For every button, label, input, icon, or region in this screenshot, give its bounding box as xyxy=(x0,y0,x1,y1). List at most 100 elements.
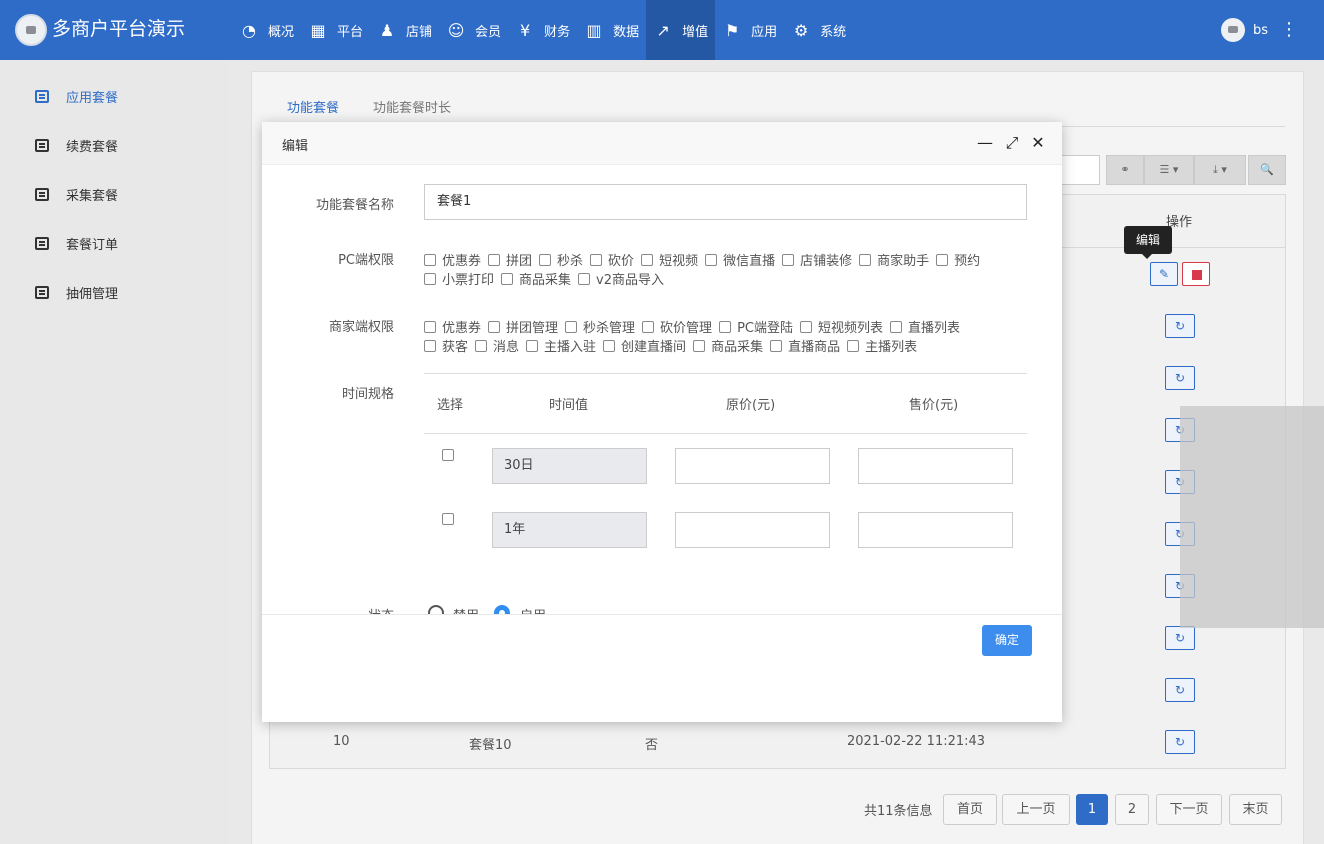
maximize-icon[interactable]: ⤢ xyxy=(1003,134,1021,152)
original-price-input[interactable] xyxy=(675,448,830,484)
nav-item-member[interactable]: ☺ 会员 xyxy=(439,0,508,60)
pc-perm-checkbox[interactable]: 商品采集 xyxy=(501,269,571,288)
checkbox[interactable] xyxy=(424,339,436,352)
nav-item-apps[interactable]: ⚑ 应用 xyxy=(715,0,784,60)
checkbox[interactable] xyxy=(847,339,860,352)
search-input[interactable] xyxy=(1060,155,1100,185)
merchant-perm-checkbox[interactable]: 直播商品 xyxy=(770,336,840,355)
checkbox[interactable] xyxy=(424,320,436,333)
merchant-perm-checkbox[interactable]: 短视频列表 xyxy=(799,317,883,336)
checkbox[interactable] xyxy=(719,320,732,333)
refresh-button[interactable]: ↻ xyxy=(1165,730,1195,754)
search-button[interactable]: 🔍 xyxy=(1248,155,1286,185)
refresh-button[interactable]: ↻ xyxy=(1165,626,1195,650)
next-page-button[interactable]: 下一页 xyxy=(1156,794,1222,825)
close-icon[interactable]: ✕ xyxy=(1029,134,1047,152)
merchant-perm-checkbox[interactable]: 创建直播间 xyxy=(603,336,686,355)
nav-item-platform[interactable]: ▦ 平台 xyxy=(301,0,370,60)
merchant-perm-checkbox[interactable]: 砍价管理 xyxy=(642,317,712,336)
checkbox[interactable] xyxy=(770,339,783,352)
sidebar-item-package-orders[interactable]: 套餐订单 xyxy=(35,234,118,253)
merchant-perm-checkbox[interactable]: 秒杀管理 xyxy=(565,317,635,336)
sidebar-item-collect-package[interactable]: 采集套餐 xyxy=(35,185,118,204)
checkbox[interactable] xyxy=(705,253,718,266)
merchant-perm-checkbox[interactable]: 主播入驻 xyxy=(526,336,596,355)
merchant-perm-checkbox[interactable]: 消息 xyxy=(475,336,519,355)
refresh-button[interactable]: ↻ xyxy=(1165,678,1195,702)
checkbox[interactable] xyxy=(859,253,872,266)
checkbox[interactable] xyxy=(488,320,501,333)
checkbox[interactable] xyxy=(526,339,539,352)
pc-perm-checkbox[interactable]: 拼团 xyxy=(488,250,532,269)
merchant-perm-checkbox[interactable]: 获客 xyxy=(424,336,468,355)
checkbox[interactable] xyxy=(475,339,488,352)
spec-row-checkbox[interactable] xyxy=(442,513,454,525)
disable-button[interactable] xyxy=(1182,262,1210,286)
merchant-perm-checkbox[interactable]: 商品采集 xyxy=(693,336,763,355)
nav-item-shop[interactable]: ♟ 店铺 xyxy=(370,0,439,60)
checkbox[interactable] xyxy=(890,320,902,333)
pc-perm-checkbox[interactable]: 秒杀 xyxy=(539,250,583,269)
checkbox[interactable] xyxy=(799,320,812,333)
pc-perm-checkbox[interactable]: 微信直播 xyxy=(705,250,775,269)
merchant-perm-checkbox[interactable]: 优惠券 xyxy=(424,317,481,336)
status-disabled-radio[interactable] xyxy=(428,605,444,614)
first-page-button[interactable]: 首页 xyxy=(943,794,997,825)
page-1-button[interactable]: 1 xyxy=(1076,794,1108,825)
pc-perm-checkbox[interactable]: v2商品导入 xyxy=(578,269,664,288)
merchant-perm-checkbox[interactable]: 主播列表 xyxy=(847,336,917,355)
merchant-perm-checkbox[interactable]: 拼团管理 xyxy=(488,317,558,336)
pc-perm-checkbox[interactable]: 短视频 xyxy=(641,250,698,269)
checkbox[interactable] xyxy=(936,253,949,266)
sidebar-item-renew-package[interactable]: 续费套餐 xyxy=(35,136,118,155)
refresh-button[interactable]: ↻ xyxy=(1165,366,1195,390)
checkbox[interactable] xyxy=(501,272,514,285)
checkbox[interactable] xyxy=(539,253,552,266)
last-page-button[interactable]: 末页 xyxy=(1229,794,1282,825)
minimize-icon[interactable]: — xyxy=(976,134,994,152)
prev-page-button[interactable]: 上一页 xyxy=(1002,794,1070,825)
sidebar-item-app-package[interactable]: 应用套餐 xyxy=(35,87,118,106)
list-view-button[interactable]: ☰ ▾ xyxy=(1144,155,1194,185)
sale-price-input[interactable] xyxy=(858,512,1013,548)
nav-item-data[interactable]: ▥ 数据 xyxy=(577,0,646,60)
columns-toggle-button[interactable]: ⚭ xyxy=(1106,155,1144,185)
checkbox[interactable] xyxy=(693,339,706,352)
tab-feature-package[interactable]: 功能套餐 xyxy=(287,97,339,116)
sidebar-item-commission[interactable]: 抽佣管理 xyxy=(35,283,118,302)
merchant-perm-checkbox[interactable]: PC端登陆 xyxy=(719,317,793,336)
edit-button[interactable]: ✎ xyxy=(1150,262,1178,286)
status-enabled-radio[interactable] xyxy=(494,605,510,614)
checkbox[interactable] xyxy=(590,253,603,266)
nav-item-finance[interactable]: ¥ 财务 xyxy=(508,0,577,60)
confirm-button[interactable]: 确定 xyxy=(982,625,1032,656)
pc-perm-checkbox[interactable]: 店铺装修 xyxy=(782,250,852,269)
refresh-button[interactable]: ↻ xyxy=(1165,314,1195,338)
more-vertical-icon[interactable]: ⋮ xyxy=(1280,20,1298,40)
page-2-button[interactable]: 2 xyxy=(1115,794,1149,825)
checkbox[interactable] xyxy=(424,272,436,285)
checkbox[interactable] xyxy=(603,339,616,352)
pc-perm-checkbox[interactable]: 砍价 xyxy=(590,250,634,269)
pc-perm-checkbox[interactable]: 优惠券 xyxy=(424,250,481,269)
pc-perm-checkbox[interactable]: 商家助手 xyxy=(859,250,929,269)
checkbox[interactable] xyxy=(642,320,655,333)
checkbox[interactable] xyxy=(578,272,591,285)
sale-price-input[interactable] xyxy=(858,448,1013,484)
checkbox[interactable] xyxy=(488,253,501,266)
merchant-perm-checkbox[interactable]: 直播列表 xyxy=(890,317,960,336)
pc-perm-checkbox[interactable]: 小票打印 xyxy=(424,269,494,288)
pc-perm-checkbox[interactable]: 预约 xyxy=(936,250,980,269)
checkbox[interactable] xyxy=(641,253,654,266)
export-button[interactable]: ⤓ ▾ xyxy=(1194,155,1246,185)
nav-item-system[interactable]: ⚙ 系统 xyxy=(784,0,853,60)
original-price-input[interactable] xyxy=(675,512,830,548)
tab-feature-duration[interactable]: 功能套餐时长 xyxy=(373,97,451,116)
nav-item-value-added[interactable]: ↗ 增值 xyxy=(646,0,716,60)
nav-item-overview[interactable]: ◔ 概况 xyxy=(232,0,301,60)
checkbox[interactable] xyxy=(565,320,578,333)
checkbox[interactable] xyxy=(782,253,795,266)
checkbox[interactable] xyxy=(424,253,436,266)
user-menu[interactable]: bs ⋮ xyxy=(1220,18,1298,42)
spec-row-checkbox[interactable] xyxy=(442,449,454,461)
